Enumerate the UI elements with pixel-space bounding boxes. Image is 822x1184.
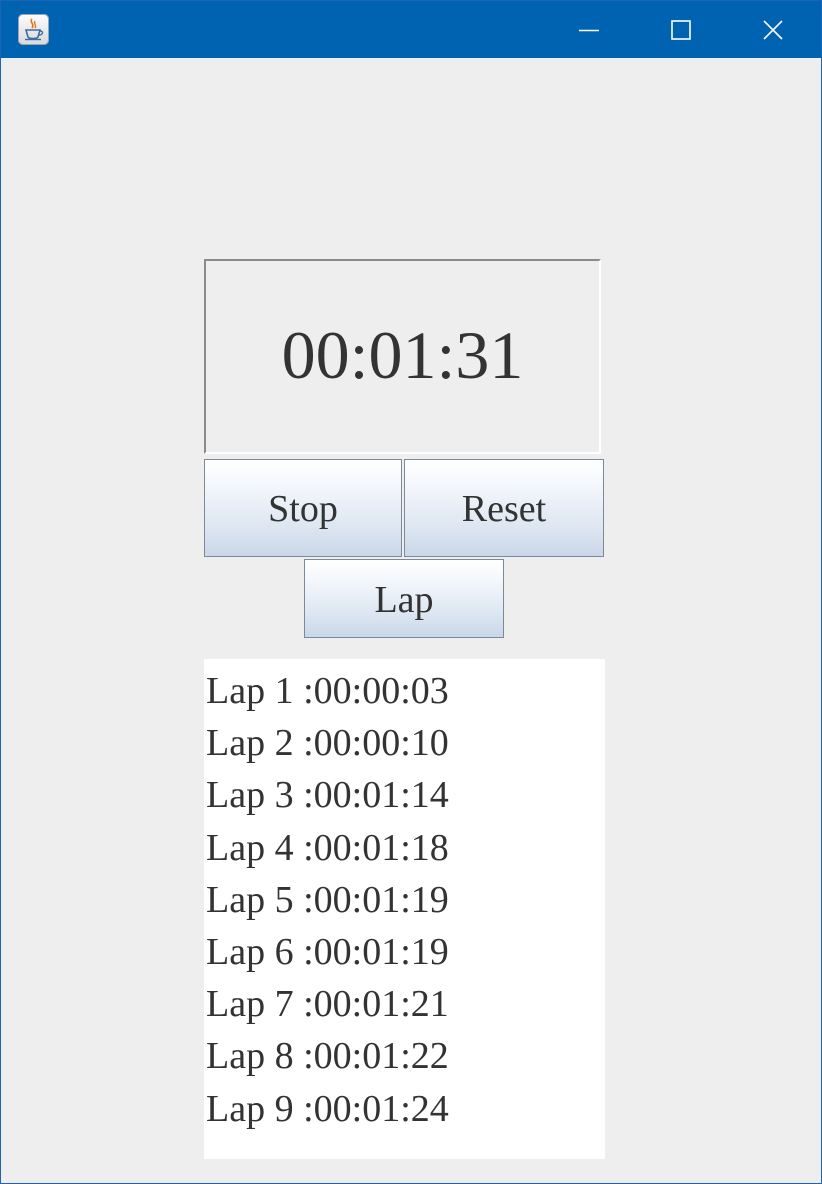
lap-button[interactable]: Lap: [304, 559, 504, 638]
lap-list-item: Lap 7 :00:01:21: [206, 983, 449, 1026]
maximize-button[interactable]: [635, 1, 727, 58]
lap-list-item: Lap 9 :00:01:24: [206, 1087, 449, 1130]
maximize-icon: [671, 20, 691, 40]
stopwatch-window: 00:01:31 Stop Reset Lap Lap 1 :00:00:03 …: [0, 0, 822, 1184]
title-bar[interactable]: [1, 1, 821, 58]
lap-list-item: Lap 8 :00:01:22: [206, 1035, 449, 1078]
timer-display-text: 00:01:31: [281, 317, 524, 393]
timer-display: 00:01:31: [204, 259, 601, 454]
close-button[interactable]: [727, 1, 819, 58]
lap-list-item: Lap 6 :00:01:19: [206, 931, 449, 974]
java-cup-icon[interactable]: [18, 14, 49, 45]
lap-list[interactable]: Lap 1 :00:00:03 Lap 2 :00:00:10 Lap 3 :0…: [204, 659, 605, 1159]
lap-list-item: Lap 4 :00:01:18: [206, 826, 449, 869]
lap-list-item: Lap 3 :00:01:14: [206, 774, 449, 817]
close-icon: [763, 20, 783, 40]
reset-button[interactable]: Reset: [404, 459, 604, 557]
lap-list-item: Lap 2 :00:00:10: [206, 722, 449, 765]
stop-button[interactable]: Stop: [204, 459, 402, 557]
minimize-button[interactable]: [543, 1, 635, 58]
content-pane: 00:01:31 Stop Reset Lap Lap 1 :00:00:03 …: [1, 58, 821, 1183]
minimize-icon: [579, 29, 599, 32]
lap-list-item: Lap 1 :00:00:03: [206, 670, 449, 712]
lap-list-item: Lap 5 :00:01:19: [206, 878, 449, 921]
